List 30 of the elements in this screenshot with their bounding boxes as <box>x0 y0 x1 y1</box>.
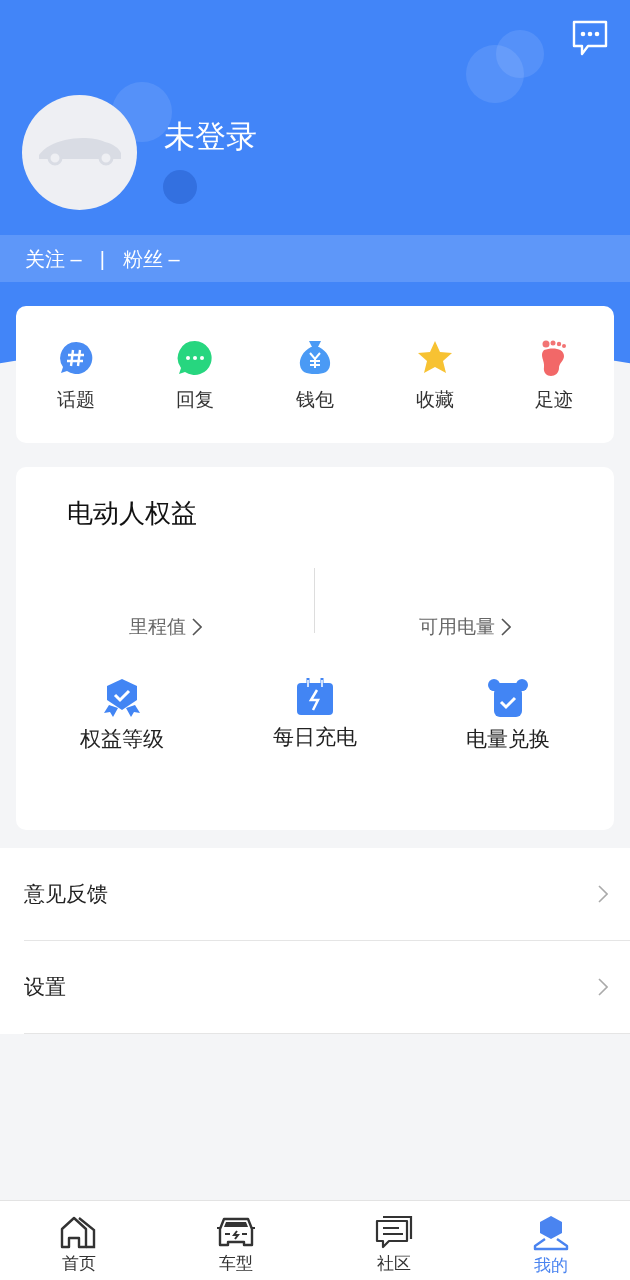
car-icon <box>216 1215 257 1249</box>
menu-item[interactable]: 设置 <box>24 941 630 1034</box>
calendar-bolt-icon <box>295 677 335 717</box>
action-label[interactable]: 收藏 <box>415 386 454 415</box>
nav-tab[interactable]: 我的 <box>472 1201 630 1280</box>
card-title: 电动人权益 <box>66 497 198 530</box>
chat-icon[interactable] <box>572 20 608 56</box>
separator: | <box>99 246 105 272</box>
home-icon <box>59 1215 98 1249</box>
benefit-label[interactable]: 电量兑换 <box>465 723 550 755</box>
metric-link[interactable]: 可用电量 <box>418 612 511 641</box>
action-label[interactable]: 钱包 <box>296 386 334 415</box>
chevron-right-icon <box>500 617 511 636</box>
nav-tab[interactable]: 社区 <box>315 1201 473 1280</box>
chevron-right-icon <box>192 617 202 636</box>
nav-tab[interactable]: 首页 <box>0 1201 158 1280</box>
action-label[interactable]: 回复 <box>176 386 215 415</box>
username[interactable]: 未登录 <box>164 116 257 158</box>
benefit-label[interactable]: 每日充电 <box>273 721 357 753</box>
menu-item[interactable]: 意见反馈 <box>24 848 630 941</box>
chat-cards-icon <box>374 1215 413 1249</box>
user-icon <box>532 1215 571 1251</box>
chevron-right-icon <box>598 978 608 996</box>
avatar[interactable] <box>22 95 137 210</box>
metric-link[interactable]: 里程值 <box>129 612 202 641</box>
chevron-right-icon <box>598 885 608 903</box>
action-label[interactable]: 话题 <box>56 386 95 415</box>
nav-tab[interactable]: 车型 <box>157 1201 315 1280</box>
action-label[interactable]: 足迹 <box>535 386 574 415</box>
benefit-label[interactable]: 权益等级 <box>80 723 165 755</box>
